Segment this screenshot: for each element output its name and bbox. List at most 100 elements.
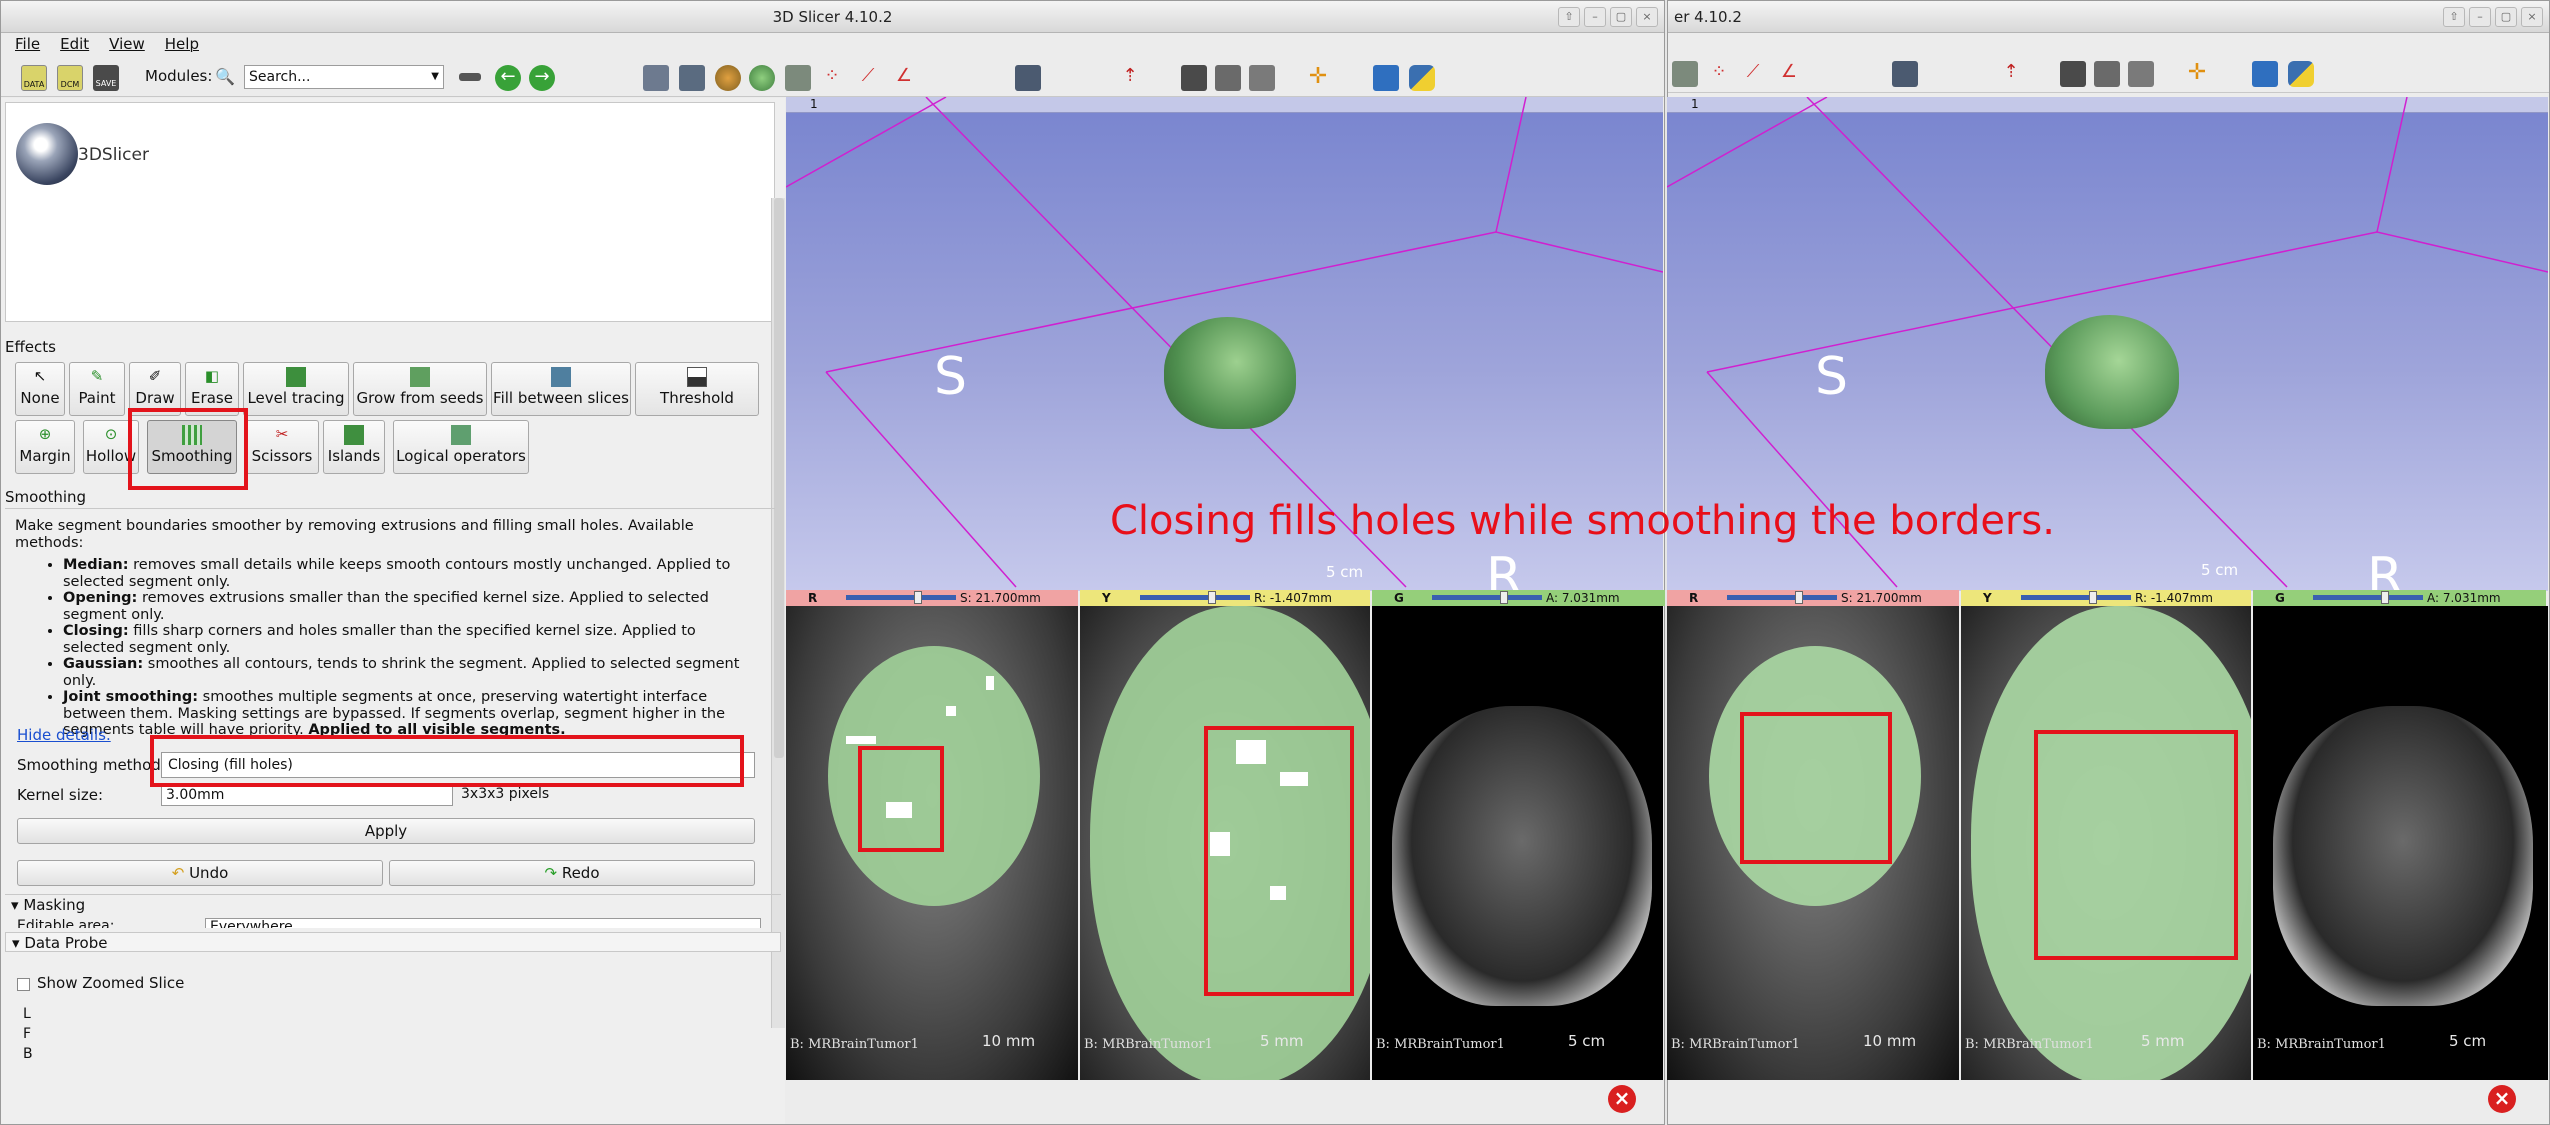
slider-thumb[interactable] bbox=[2381, 591, 2389, 604]
effect-none-button[interactable]: ↖ None bbox=[15, 362, 65, 416]
extension-manager-icon[interactable] bbox=[1373, 65, 1399, 91]
module-list-icon[interactable] bbox=[459, 73, 481, 81]
place-fiducial-icon[interactable]: ⇡ bbox=[1998, 61, 2024, 87]
capture-icon[interactable] bbox=[1181, 65, 1207, 91]
menu-file[interactable]: File bbox=[15, 33, 40, 55]
markups-icon[interactable]: ⁘ bbox=[1706, 61, 1732, 87]
effect-margin-button[interactable]: ⊕ Margin bbox=[15, 420, 75, 474]
dicom-icon[interactable]: DCM bbox=[57, 65, 83, 91]
show-zoomed-slice-checkbox[interactable] bbox=[17, 978, 30, 991]
angle-icon[interactable]: ∠ bbox=[1776, 61, 1802, 87]
slice-offset-slider[interactable] bbox=[2313, 591, 2423, 604]
slice-view-green-right[interactable]: B: MRBrainTumor1 5 cm bbox=[2253, 606, 2548, 1080]
load-data-icon[interactable]: DATA bbox=[21, 65, 47, 91]
maximize-button[interactable]: ▢ bbox=[1610, 7, 1632, 27]
redo-button[interactable]: ↷ Redo bbox=[389, 860, 755, 886]
hide-details-link[interactable]: Hide details. bbox=[17, 726, 111, 744]
menu-view[interactable]: View bbox=[109, 33, 145, 55]
ruler-icon[interactable]: ⟋ bbox=[1740, 61, 1766, 87]
segment-editor-icon[interactable] bbox=[749, 65, 775, 91]
data-probe-section-header[interactable]: ▾ Data Probe bbox=[5, 932, 781, 952]
slice-offset-value: R: -1.407mm bbox=[2135, 591, 2213, 605]
masking-section-header[interactable]: ▾ Masking bbox=[5, 894, 781, 914]
effect-grow-from-seeds-button[interactable]: Grow from seeds bbox=[353, 362, 487, 416]
apply-button[interactable]: Apply bbox=[17, 818, 755, 844]
capture-icon[interactable] bbox=[2060, 61, 2086, 87]
probe-letter-l: L bbox=[23, 1006, 31, 1022]
scrollbar-thumb[interactable] bbox=[774, 198, 784, 758]
close-icon[interactable]: × bbox=[1608, 1085, 1636, 1113]
slider-thumb[interactable] bbox=[1500, 591, 1508, 604]
highlight-holes-red-left bbox=[858, 746, 944, 852]
effect-fill-between-slices-button[interactable]: Fill between slices bbox=[491, 362, 631, 416]
crosshair-icon[interactable]: ✛ bbox=[2184, 61, 2210, 87]
effect-scissors-button[interactable]: ✂ Scissors bbox=[245, 420, 319, 474]
back-arrow-icon[interactable]: ← bbox=[495, 65, 521, 91]
save-icon[interactable]: SAVE bbox=[93, 65, 119, 91]
slice-offset-slider[interactable] bbox=[1140, 591, 1250, 604]
volume-label: B: MRBrainTumor1 bbox=[1084, 1037, 1213, 1052]
python-icon[interactable] bbox=[1409, 65, 1435, 91]
effect-islands-button[interactable]: Islands bbox=[323, 420, 385, 474]
window-title-bar[interactable]: 3D Slicer 4.10.2 ⇧ – ▢ × bbox=[1, 1, 1664, 33]
slice-offset-slider[interactable] bbox=[2021, 591, 2131, 604]
ruler-icon[interactable]: ⟋ bbox=[855, 65, 881, 91]
slider-thumb[interactable] bbox=[914, 591, 922, 604]
screenshot-icon[interactable] bbox=[1015, 65, 1041, 91]
crosshair-icon[interactable]: ✛ bbox=[1305, 65, 1331, 91]
undo-button[interactable]: ↶ Undo bbox=[17, 860, 383, 886]
menu-help[interactable]: Help bbox=[165, 33, 199, 55]
place-fiducial-icon[interactable]: ⇡ bbox=[1117, 65, 1143, 91]
close-window-button[interactable]: × bbox=[2521, 7, 2543, 27]
volume-render-icon[interactable] bbox=[715, 65, 741, 91]
effect-label: Erase bbox=[191, 389, 233, 407]
maximize-button[interactable]: ▢ bbox=[2495, 7, 2517, 27]
models-icon[interactable] bbox=[785, 65, 811, 91]
slice-controller-bar[interactable]: Y R: -1.407mm bbox=[1080, 590, 1370, 606]
extension-manager-icon[interactable] bbox=[2252, 61, 2278, 87]
shade-button[interactable]: ⇧ bbox=[2443, 7, 2465, 27]
orientation-label-r: R bbox=[1486, 547, 1523, 591]
layout-conventional-icon[interactable] bbox=[643, 65, 669, 91]
slice-controller-bar[interactable]: R S: 21.700mm bbox=[786, 590, 1078, 606]
slice-controller-bar[interactable]: Y R: -1.407mm bbox=[1961, 590, 2251, 606]
slice-controller-bar[interactable]: G A: 7.031mm bbox=[2253, 590, 2546, 606]
effect-threshold-button[interactable]: Threshold bbox=[635, 362, 759, 416]
close-icon[interactable]: × bbox=[2488, 1085, 2516, 1113]
close-window-button[interactable]: × bbox=[1636, 7, 1658, 27]
chevron-down-icon: ▼ bbox=[431, 71, 439, 82]
view-icon[interactable] bbox=[2094, 61, 2120, 87]
effect-level-tracing-button[interactable]: Level tracing bbox=[243, 362, 349, 416]
layout-3d-icon[interactable] bbox=[679, 65, 705, 91]
slice-offset-slider[interactable] bbox=[1727, 591, 1837, 604]
slice-controller-bar[interactable]: R S: 21.700mm bbox=[1667, 590, 1959, 606]
models-icon[interactable] bbox=[1672, 61, 1698, 87]
editable-area-select[interactable]: Everywhere bbox=[205, 918, 761, 928]
module-search-input[interactable]: Search... ▼ bbox=[244, 65, 444, 89]
shade-button[interactable]: ⇧ bbox=[1558, 7, 1580, 27]
kernel-size-input[interactable]: 3.00mm bbox=[161, 784, 453, 806]
slice-offset-slider[interactable] bbox=[846, 591, 956, 604]
editable-area-label: Editable area: bbox=[17, 918, 115, 928]
pencil-icon: ✐ bbox=[148, 367, 162, 385]
view-icon[interactable] bbox=[1215, 65, 1241, 91]
window-level-icon[interactable] bbox=[1249, 65, 1275, 91]
effect-logical-operators-button[interactable]: Logical operators bbox=[393, 420, 529, 474]
slider-thumb[interactable] bbox=[1208, 591, 1216, 604]
window-level-icon[interactable] bbox=[2128, 61, 2154, 87]
slice-controller-bar[interactable]: G A: 7.031mm bbox=[1372, 590, 1665, 606]
angle-icon[interactable]: ∠ bbox=[891, 65, 917, 91]
markups-icon[interactable]: ⁘ bbox=[819, 65, 845, 91]
minimize-button[interactable]: – bbox=[1584, 7, 1606, 27]
minimize-button[interactable]: – bbox=[2469, 7, 2491, 27]
python-icon[interactable] bbox=[2288, 61, 2314, 87]
menu-edit[interactable]: Edit bbox=[60, 33, 89, 55]
window-title-bar[interactable]: er 4.10.2 ⇧ – ▢ × bbox=[1668, 1, 2549, 33]
slider-thumb[interactable] bbox=[2089, 591, 2097, 604]
slice-view-green-left[interactable]: B: MRBrainTumor1 5 cm bbox=[1372, 606, 1663, 1080]
effect-paint-button[interactable]: ✎ Paint bbox=[69, 362, 125, 416]
forward-arrow-icon[interactable]: → bbox=[529, 65, 555, 91]
slice-offset-slider[interactable] bbox=[1432, 591, 1542, 604]
screenshot-icon[interactable] bbox=[1892, 61, 1918, 87]
slider-thumb[interactable] bbox=[1795, 591, 1803, 604]
